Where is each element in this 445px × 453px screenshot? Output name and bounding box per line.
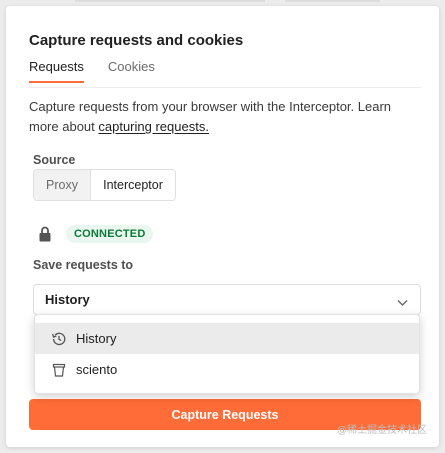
tab-bar: Requests Cookies: [29, 59, 155, 83]
dropdown-option-history[interactable]: History: [35, 323, 419, 354]
dropdown-option-sciento[interactable]: sciento: [35, 354, 419, 385]
connected-badge: CONNECTED: [66, 225, 154, 243]
save-to-dropdown: History sciento: [34, 314, 420, 394]
dropdown-option-label: History: [76, 331, 117, 346]
tab-divider: [29, 87, 421, 88]
description-text: Capture requests from your browser with …: [29, 99, 392, 134]
save-requests-select[interactable]: History: [33, 284, 421, 315]
lock-icon: [39, 226, 51, 242]
chevron-down-icon: [397, 295, 408, 310]
save-requests-label: Save requests to: [33, 258, 134, 272]
save-requests-value: History: [45, 292, 90, 307]
capturing-requests-link[interactable]: capturing requests.: [98, 119, 209, 134]
tab-requests[interactable]: Requests: [29, 59, 84, 83]
modal-title: Capture requests and cookies: [29, 32, 244, 49]
source-interceptor-button[interactable]: Interceptor: [90, 170, 175, 200]
dropdown-option-label: sciento: [76, 362, 118, 377]
tab-cookies[interactable]: Cookies: [108, 59, 155, 83]
source-segmented-control: Proxy Interceptor: [33, 169, 176, 201]
source-proxy-button[interactable]: Proxy: [34, 170, 90, 200]
source-label: Source: [33, 153, 76, 167]
watermark: @稀土掘金技术社区: [337, 425, 427, 436]
collection-icon: [51, 362, 67, 378]
history-icon: [51, 331, 67, 347]
description: Capture requests from your browser with …: [29, 97, 424, 137]
connection-status: CONNECTED: [39, 225, 154, 243]
